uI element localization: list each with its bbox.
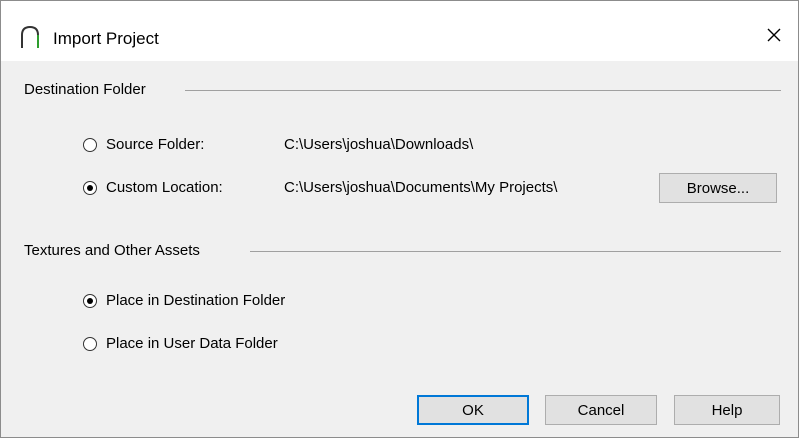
- radio-button[interactable]: [83, 180, 97, 195]
- window-title: Import Project: [53, 29, 159, 48]
- browse-button[interactable]: Browse...: [659, 173, 777, 203]
- ok-button[interactable]: OK: [417, 395, 529, 425]
- custom-location-path: C:\Users\joshua\Documents\My Projects\: [284, 179, 558, 196]
- close-icon: [766, 27, 782, 47]
- radio-label: Place in Destination Folder: [106, 292, 286, 309]
- help-button[interactable]: Help: [674, 395, 780, 425]
- radio-source-folder[interactable]: Source Folder:: [83, 136, 204, 153]
- radio-place-user-data[interactable]: Place in User Data Folder: [83, 335, 278, 352]
- radio-button[interactable]: [83, 137, 97, 152]
- destination-folder-header: Destination Folder: [24, 81, 146, 98]
- radio-button[interactable]: [83, 336, 97, 351]
- destination-divider: [185, 90, 781, 91]
- source-folder-path: C:\Users\joshua\Downloads\: [284, 136, 474, 153]
- cancel-button[interactable]: Cancel: [545, 395, 657, 425]
- radio-custom-location[interactable]: Custom Location:: [83, 179, 223, 196]
- radio-label: Custom Location:: [106, 179, 223, 196]
- radio-label: Place in User Data Folder: [106, 335, 278, 352]
- import-project-dialog: Import Project Destination Folder Source…: [0, 0, 799, 438]
- assets-divider: [250, 251, 781, 252]
- radio-button[interactable]: [83, 293, 97, 308]
- radio-label: Source Folder:: [106, 136, 205, 153]
- title-bar: Import Project: [1, 1, 798, 61]
- close-button[interactable]: [754, 19, 794, 55]
- textures-assets-header: Textures and Other Assets: [24, 242, 200, 259]
- radio-place-destination[interactable]: Place in Destination Folder: [83, 292, 285, 309]
- arch-app-icon: [19, 25, 41, 49]
